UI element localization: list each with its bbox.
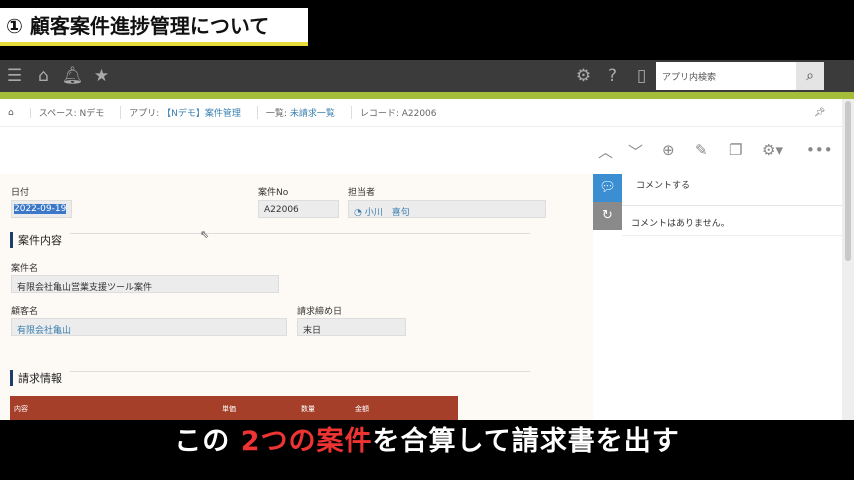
home-icon[interactable]: ⌂	[29, 66, 58, 86]
more-icon[interactable]: •••	[806, 141, 833, 159]
settings-icon[interactable]: ⚙▾	[762, 141, 783, 159]
record-form: 日付 2022-09-19 案件No A22006 担当者 ◔ 小川 喜句 案件…	[0, 174, 593, 420]
add-record-icon[interactable]: ⊕	[662, 141, 675, 159]
next-record-icon[interactable]: ﹀	[628, 141, 643, 162]
date-field[interactable]: 2022-09-19	[11, 200, 72, 218]
user-icon: ◔	[354, 208, 365, 218]
date-value: 2022-09-19	[14, 204, 67, 214]
view-link[interactable]: 未請求一覧	[290, 109, 335, 119]
col-quantity: 数量	[301, 405, 315, 413]
record-toolbar: ︿ ﹀ ⊕ ✎ ❐ ⚙▾ •••	[0, 127, 842, 174]
closing-field: 末日	[297, 318, 406, 336]
subtitle-part3: を合算して請求書を出す	[372, 426, 680, 457]
edit-icon[interactable]: ✎	[695, 141, 708, 159]
menu-icon[interactable]: ☰	[0, 66, 29, 86]
customer-label: 顧客名	[11, 307, 39, 317]
subtitle-part1: この	[174, 426, 231, 457]
mobile-icon[interactable]: ▯	[627, 66, 656, 86]
breadcrumb-space[interactable]: スペース: Nデモ	[31, 106, 122, 119]
no-comments-text: コメントはありません。	[622, 210, 842, 236]
col-amount: 金額	[355, 405, 369, 413]
prev-record-icon[interactable]: ︿	[598, 141, 613, 162]
section-divider	[70, 233, 530, 234]
assignee-label: 担当者	[348, 188, 376, 198]
assignee-link[interactable]: 小川 喜句	[365, 208, 410, 218]
breadcrumb-view[interactable]: 一覧: 未請求一覧	[258, 106, 352, 119]
star-icon[interactable]: ★	[87, 66, 116, 86]
section-billing: 請求情報	[10, 370, 62, 386]
case-no-field: A22006	[258, 200, 339, 218]
assignee-field: ◔ 小川 喜句	[348, 200, 546, 218]
record-page: ⌂ スペース: Nデモ アプリ: 【Nデモ】案件管理 一覧: 未請求一覧 レコー…	[0, 99, 842, 420]
accent-bar	[0, 92, 854, 99]
video-title-banner: ① 顧客案件進捗管理について	[0, 8, 308, 46]
case-no-label: 案件No	[258, 188, 289, 198]
scrollbar[interactable]	[842, 99, 854, 420]
video-subtitle: この 2つの案件を合算して請求書を出す	[0, 420, 854, 480]
app-header: ☰ ⌂ 🔔︎ ★ ⚙ ? ▯ アプリ内検索 ⌕	[0, 60, 854, 92]
case-name-field: 有限会社亀山営業支援ツール案件	[11, 275, 279, 293]
date-label: 日付	[11, 188, 30, 198]
col-unit-price: 単価	[222, 405, 236, 413]
help-icon[interactable]: ?	[598, 66, 627, 86]
breadcrumb-record: レコード: A22006	[359, 109, 437, 119]
section-divider	[70, 371, 530, 372]
app-link[interactable]: 【Nデモ】案件管理	[162, 109, 241, 119]
home-icon[interactable]: ⌂	[0, 107, 31, 118]
history-tab-icon[interactable]: ↻	[593, 202, 622, 230]
gear-icon[interactable]: ⚙	[569, 66, 598, 86]
app-prefix: アプリ:	[129, 109, 163, 119]
breadcrumb: ⌂ スペース: Nデモ アプリ: 【Nデモ】案件管理 一覧: 未請求一覧 レコー…	[0, 99, 842, 127]
subtitle-highlight: 2つの案件	[240, 426, 373, 457]
mouse-cursor-icon: ⇖	[200, 228, 210, 241]
bell-icon[interactable]: 🔔︎	[58, 66, 87, 86]
comment-sidebar: 💬︎ ↻ コメントする コメントはありません。	[593, 174, 842, 420]
view-prefix: 一覧:	[265, 109, 290, 119]
post-comment-button[interactable]: コメントする	[622, 174, 842, 206]
closing-label: 請求締め日	[297, 307, 343, 317]
duplicate-icon[interactable]: ❐	[729, 141, 742, 159]
case-name-label: 案件名	[11, 264, 39, 274]
comment-tab-icon[interactable]: 💬︎	[593, 174, 622, 202]
col-content: 内容	[14, 405, 28, 413]
breadcrumb-app[interactable]: アプリ: 【Nデモ】案件管理	[121, 106, 258, 119]
search-input[interactable]: アプリ内検索	[656, 62, 796, 90]
search-icon[interactable]: ⌕	[796, 62, 824, 90]
customer-field[interactable]: 有限会社亀山	[11, 318, 287, 336]
billing-table-header: 内容 単価 数量 金額	[10, 396, 458, 420]
section-case-content: 案件内容	[10, 232, 62, 248]
pin-icon[interactable]: 📌︎	[814, 108, 825, 118]
